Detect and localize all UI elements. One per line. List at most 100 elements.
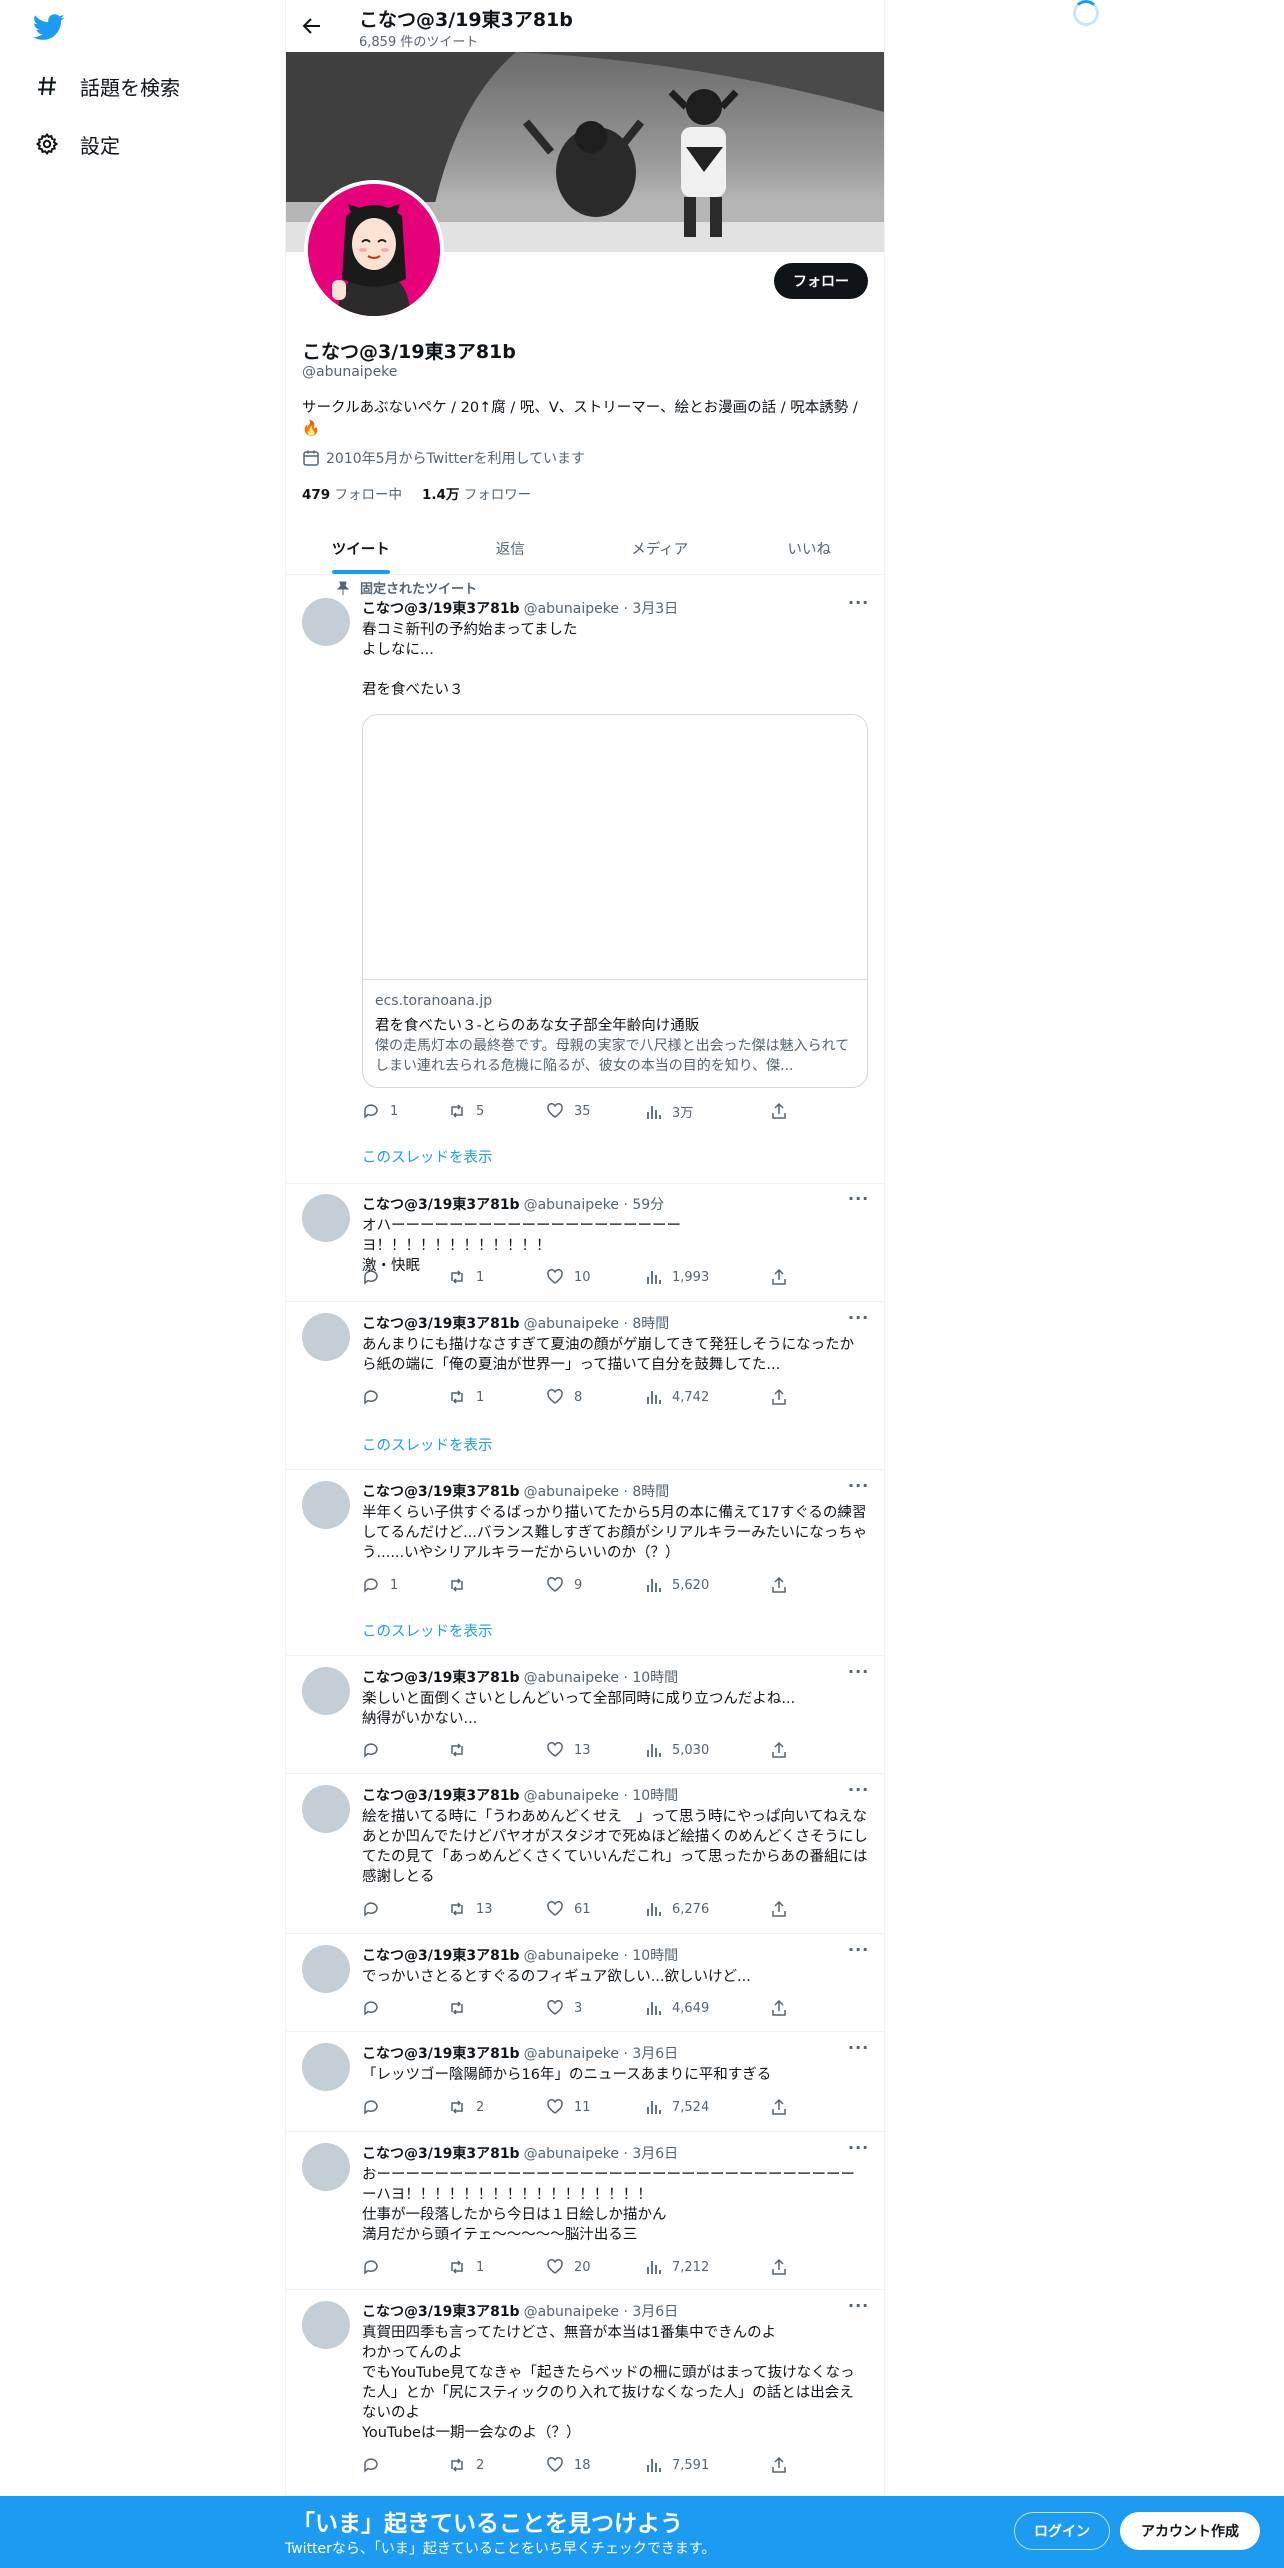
- tweet-author-name[interactable]: こなつ@3/19東3ア81b: [362, 1481, 520, 1501]
- show-thread-link[interactable]: このスレッドを表示: [362, 1146, 493, 1167]
- more-options-icon[interactable]: ···: [848, 1664, 868, 1683]
- share-button[interactable]: [770, 1102, 798, 1120]
- tweet-avatar[interactable]: [302, 598, 350, 646]
- following-link[interactable]: 479 フォロー中: [302, 483, 402, 503]
- tweet-author-name[interactable]: こなつ@3/19東3ア81b: [362, 598, 520, 618]
- share-button[interactable]: [770, 1900, 798, 1918]
- views-button[interactable]: 7,212: [644, 2258, 709, 2276]
- views-button[interactable]: 4,742: [644, 1388, 709, 1406]
- more-options-icon[interactable]: ···: [848, 2298, 868, 2317]
- tweet[interactable]: こなつ@3/19東3ア81b @abunaipeke · 10時間 ··· 楽しいと面…: [286, 1656, 884, 1774]
- tweet[interactable]: こなつ@3/19東3ア81b @abunaipeke · 8時間 ··· あんまりにも…: [286, 1302, 884, 1470]
- like-button[interactable]: 3: [546, 1999, 582, 2017]
- like-button[interactable]: 61: [546, 1900, 591, 1918]
- tweet[interactable]: こなつ@3/19東3ア81b @abunaipeke · 3月6日 ··· 「レッツゴ…: [286, 2032, 884, 2132]
- retweet-button[interactable]: [448, 1741, 476, 1759]
- tweet-author-name[interactable]: こなつ@3/19東3ア81b: [362, 1667, 520, 1687]
- like-button[interactable]: 35: [546, 1102, 591, 1120]
- views-button[interactable]: 3万: [644, 1102, 693, 1121]
- tweet[interactable]: こなつ@3/19東3ア81b @abunaipeke · 3月6日 ··· 真賀田四季…: [286, 2290, 884, 2496]
- views-button[interactable]: 5,620: [644, 1576, 709, 1594]
- like-button[interactable]: 13: [546, 1741, 591, 1759]
- tweet[interactable]: こなつ@3/19東3ア81b @abunaipeke · 59分 ··· オハーーーー…: [286, 1184, 884, 1302]
- retweet-button[interactable]: 5: [448, 1102, 484, 1120]
- share-button[interactable]: [770, 1388, 798, 1406]
- retweet-button[interactable]: 2: [448, 2098, 484, 2116]
- more-options-icon[interactable]: ···: [848, 1191, 868, 1210]
- tweet[interactable]: こなつ@3/19東3ア81b @abunaipeke · 8時間 ··· 半年くらい子…: [286, 1470, 884, 1656]
- tab-replies[interactable]: 返信: [436, 522, 586, 574]
- views-button[interactable]: 5,030: [644, 1741, 709, 1759]
- like-button[interactable]: 11: [546, 2098, 591, 2116]
- tweet-avatar[interactable]: [302, 1785, 350, 1833]
- tweet-avatar[interactable]: [302, 1481, 350, 1529]
- tweet-avatar[interactable]: [302, 2143, 350, 2191]
- share-button[interactable]: [770, 1999, 798, 2017]
- show-thread-link[interactable]: このスレッドを表示: [362, 1620, 493, 1641]
- retweet-button[interactable]: [448, 1576, 476, 1594]
- like-button[interactable]: 20: [546, 2258, 591, 2276]
- tweet-author-name[interactable]: こなつ@3/19東3ア81b: [362, 2301, 520, 2321]
- tweet-avatar[interactable]: [302, 1194, 350, 1242]
- tweet[interactable]: こなつ@3/19東3ア81b @abunaipeke · 10時間 ··· でっかいさ…: [286, 1934, 884, 2032]
- reply-button[interactable]: [362, 2098, 390, 2116]
- tab-likes[interactable]: いいね: [735, 522, 885, 574]
- tweet-avatar[interactable]: [302, 2043, 350, 2091]
- retweet-button[interactable]: 1: [448, 2258, 484, 2276]
- more-options-icon[interactable]: ···: [848, 1782, 868, 1801]
- like-button[interactable]: 8: [546, 1388, 582, 1406]
- tab-media[interactable]: メディア: [585, 522, 735, 574]
- more-options-icon[interactable]: ···: [848, 1310, 868, 1329]
- retweet-button[interactable]: 13: [448, 1900, 493, 1918]
- followers-link[interactable]: 1.4万 フォロワー: [422, 483, 531, 503]
- show-thread-link[interactable]: このスレッドを表示: [362, 1434, 493, 1455]
- tweet-author-name[interactable]: こなつ@3/19東3ア81b: [362, 1313, 520, 1333]
- retweet-button[interactable]: [448, 1999, 476, 2017]
- like-button[interactable]: 9: [546, 1576, 582, 1594]
- share-button[interactable]: [770, 1576, 798, 1594]
- views-button[interactable]: 6,276: [644, 1900, 709, 1918]
- share-button[interactable]: [770, 2456, 798, 2474]
- share-button[interactable]: [770, 2098, 798, 2116]
- share-button[interactable]: [770, 1741, 798, 1759]
- nav-settings[interactable]: 設定: [34, 124, 120, 164]
- tweet-author-name[interactable]: こなつ@3/19東3ア81b: [362, 2043, 520, 2063]
- more-options-icon[interactable]: ···: [848, 2040, 868, 2059]
- tweet-author-name[interactable]: こなつ@3/19東3ア81b: [362, 1785, 520, 1805]
- follow-button[interactable]: フォロー: [774, 263, 868, 299]
- tweet-avatar[interactable]: [302, 1945, 350, 1993]
- tweet-author-name[interactable]: こなつ@3/19東3ア81b: [362, 2143, 520, 2163]
- twitter-bird-icon[interactable]: [32, 14, 65, 42]
- link-card[interactable]: ecs.toranoana.jp 君を食べたい３-とらのあな女子部全年齢向け通販…: [362, 714, 868, 1088]
- tweet-avatar[interactable]: [302, 1667, 350, 1715]
- tweet-avatar[interactable]: [302, 1313, 350, 1361]
- retweet-button[interactable]: 1: [448, 1388, 484, 1406]
- login-button[interactable]: ログイン: [1014, 2512, 1110, 2550]
- views-button[interactable]: 4,649: [644, 1999, 709, 2017]
- like-button[interactable]: 18: [546, 2456, 591, 2474]
- reply-button[interactable]: [362, 1900, 390, 1918]
- reply-button[interactable]: [362, 1741, 390, 1759]
- tweet-avatar[interactable]: [302, 2301, 350, 2349]
- tweet-author-name[interactable]: こなつ@3/19東3ア81b: [362, 1945, 520, 1965]
- tweet-author-name[interactable]: こなつ@3/19東3ア81b: [362, 1194, 520, 1214]
- reply-button[interactable]: [362, 1999, 390, 2017]
- signup-button[interactable]: アカウント作成: [1120, 2512, 1260, 2550]
- profile-avatar[interactable]: [304, 180, 444, 320]
- reply-button[interactable]: [362, 1268, 390, 1286]
- reply-button[interactable]: [362, 2456, 390, 2474]
- views-button[interactable]: 7,591: [644, 2456, 709, 2474]
- retweet-button[interactable]: 1: [448, 1268, 484, 1286]
- views-button[interactable]: 7,524: [644, 2098, 709, 2116]
- more-options-icon[interactable]: ···: [848, 595, 868, 614]
- more-options-icon[interactable]: ···: [848, 1478, 868, 1497]
- tweet[interactable]: こなつ@3/19東3ア81b @abunaipeke · 3月6日 ··· おーーーー…: [286, 2132, 884, 2290]
- more-options-icon[interactable]: ···: [848, 2140, 868, 2159]
- retweet-button[interactable]: 2: [448, 2456, 484, 2474]
- back-arrow-icon[interactable]: [300, 14, 324, 38]
- tweet[interactable]: こなつ@3/19東3ア81b @abunaipeke · 10時間 ··· 絵を描いて…: [286, 1774, 884, 1934]
- tab-tweets[interactable]: ツイート: [286, 522, 436, 574]
- more-options-icon[interactable]: ···: [848, 1942, 868, 1961]
- nav-explore[interactable]: 話題を検索: [34, 66, 180, 106]
- views-button[interactable]: 1,993: [644, 1268, 709, 1286]
